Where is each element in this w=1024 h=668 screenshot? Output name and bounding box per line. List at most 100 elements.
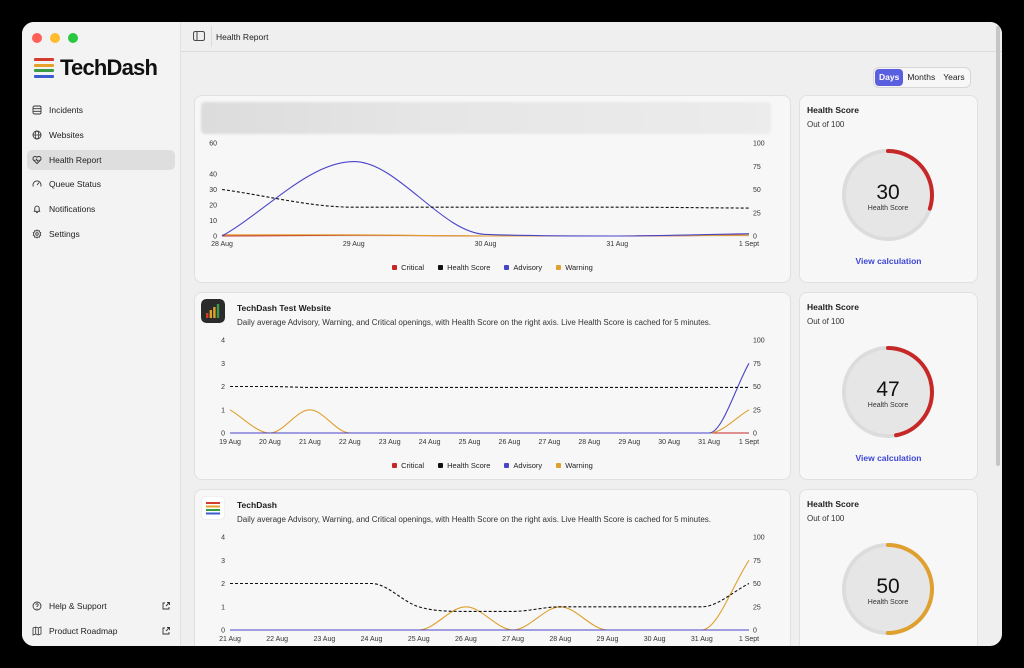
x-tick-label: 29 Aug [618,439,640,446]
legend-label: Warning [565,263,593,272]
health-score-card: Health Score Out of 100 50 Health Score [799,489,978,646]
sidebar-item-health-report[interactable]: Health Report [27,149,175,170]
y-left-tick: 4 [221,535,225,542]
sidebar-item-queue-status[interactable]: Queue Status [27,174,175,194]
logo-icon [34,58,54,78]
y-left-tick: 3 [221,361,225,368]
divider [211,26,212,47]
gauge-label: Health Score [867,402,909,409]
x-tick-label: 27 Aug [538,439,560,446]
range-option-months[interactable]: Months [903,69,939,86]
score-title: Health Score [807,302,859,312]
help-support-link[interactable]: Help & Support [27,596,175,616]
x-tick-label: 22 Aug [339,439,361,446]
y-right-tick: 25 [753,210,761,217]
database-icon [32,105,42,115]
y-left-tick: 10 [209,218,217,225]
sidebar-toggle-icon[interactable] [193,31,205,41]
gear-icon [32,229,42,239]
y-left-tick: 20 [209,203,217,210]
x-tick-label: 27 Aug [502,636,524,643]
y-left-tick: 1 [221,604,225,611]
x-tick-label: 28 Aug [578,439,600,446]
legend-item-critical[interactable]: Critical [392,263,424,272]
sidebar-item-notifications[interactable]: Notifications [27,199,175,219]
sidebar: TechDash Incidents Websites Health Repor… [22,22,181,646]
sidebar-item-label: Notifications [49,204,96,215]
sidebar-item-label: Websites [49,129,84,140]
range-option-days[interactable]: Days [875,69,904,86]
sidebar-item-settings[interactable]: Settings [27,224,175,244]
x-tick-label: 30 Aug [658,439,680,446]
sidebar-item-incidents[interactable]: Incidents [27,100,175,120]
site-chart-card: TechDash Test Website Daily average Advi… [194,292,791,480]
scrollbar[interactable] [996,26,1000,466]
health-score-card: Health Score Out of 100 30 Health Score … [799,95,978,283]
sidebar-item-websites[interactable]: Websites [27,125,175,145]
range-option-years[interactable]: Years [939,69,968,86]
x-tick-label: 1 Sept [739,241,759,248]
view-calculation-link[interactable]: View calculation [800,256,977,266]
y-left-tick: 60 [209,141,217,148]
close-window-button[interactable] [32,33,42,43]
legend-label: Health Score [447,263,491,272]
legend-item-advisory[interactable]: Advisory [504,263,542,272]
health-score-value: 30 [876,181,900,204]
x-tick-label: 21 Aug [299,439,321,446]
heart-pulse-icon [32,155,42,164]
health-chart: 0 1 2 3 4 0 25 50 75 100 21 Aug 22 Aug 23 Aug 24 Aug 2… [219,535,765,644]
legend-item-advisory[interactable]: Advisory [504,461,542,470]
health-score-card: Health Score Out of 100 47 Health Score … [799,292,978,480]
x-tick-label: 31 Aug [691,636,713,643]
product-roadmap-link[interactable]: Product Roadmap [27,621,175,641]
y-right-tick: 100 [753,338,765,345]
x-tick-label: 28 Aug [549,636,571,643]
y-left-tick: 0 [213,234,217,241]
legend-swatch [556,463,562,468]
view-calculation-link[interactable]: View calculation [800,453,977,463]
minimize-window-button[interactable] [50,33,60,43]
series-line-warning [230,559,750,631]
x-tick-label: 24 Aug [419,439,441,446]
y-right-tick: 75 [753,558,761,565]
legend-item-critical[interactable]: Critical [392,461,424,470]
x-tick-label: 21 Aug [219,636,241,643]
x-tick-label: 23 Aug [379,439,401,446]
sidebar-footer: Help & Support Product Roadmap [27,596,175,645]
legend-swatch [392,265,398,270]
y-left-tick: 3 [221,558,225,565]
legend-item-warning[interactable]: Warning [556,461,593,470]
legend-item-health-score[interactable]: Health Score [438,263,490,272]
sidebar-item-label: Settings [49,228,80,239]
window-controls [32,33,78,43]
series-line-warning [229,409,750,434]
y-left-tick: 30 [209,187,217,194]
legend-swatch [392,463,398,468]
site-chart-card: TechDash Daily average Advisory, Warning… [194,489,791,646]
y-right-tick: 50 [753,187,761,194]
y-right-tick: 100 [753,141,765,148]
series-line-health-score [229,385,749,388]
series-line-advisory [230,363,750,434]
y-right-tick: 75 [753,361,761,368]
x-tick-label: 22 Aug [266,636,288,643]
y-left-tick: 0 [221,628,225,635]
x-tick-label: 30 Aug [475,241,497,248]
legend-label: Critical [401,263,425,272]
series-line-advisory [221,161,750,237]
y-left-tick: 1 [221,407,225,414]
legend-item-warning[interactable]: Warning [556,263,593,272]
app-window: TechDash Incidents Websites Health Repor… [22,22,1002,646]
x-tick-label: 24 Aug [361,636,383,643]
legend-item-health-score[interactable]: Health Score [438,461,490,470]
app-logo[interactable]: TechDash [34,55,158,81]
y-left-tick: 2 [221,581,225,588]
y-right-tick: 75 [753,164,761,171]
zoom-window-button[interactable] [68,33,78,43]
series-line-health-score [229,582,750,612]
external-link-icon [162,626,170,634]
legend-label: Warning [565,461,593,470]
sidebar-item-label: Health Report [49,154,102,165]
health-score-value: 50 [876,575,900,598]
x-tick-label: 1 Sept [739,636,759,643]
